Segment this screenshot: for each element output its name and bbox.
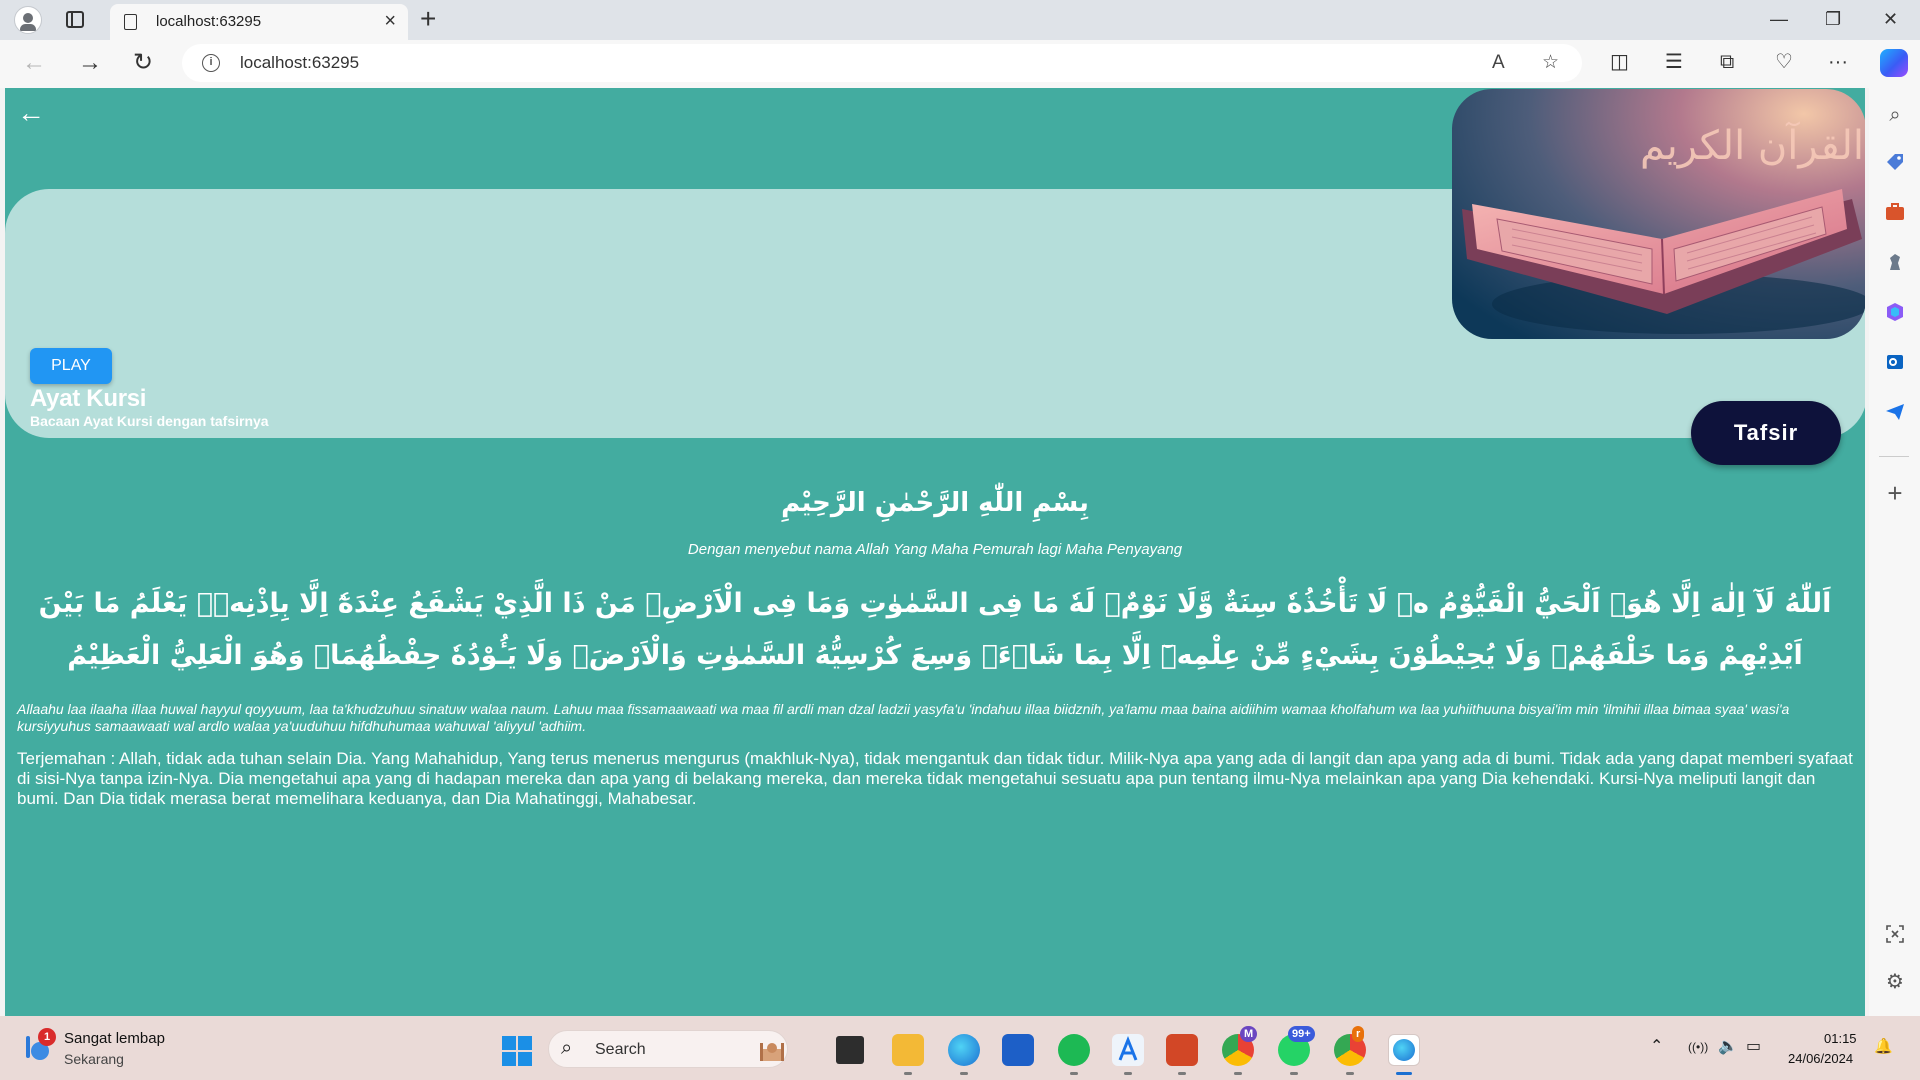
close-window-icon[interactable]: ✕ [1883, 6, 1898, 32]
clock-time[interactable]: 01:15 [1824, 1031, 1857, 1046]
chess-icon[interactable] [1883, 251, 1907, 275]
send-icon[interactable] [1883, 401, 1907, 425]
address-text[interactable]: localhost:63295 [240, 53, 359, 73]
office-icon[interactable] [1883, 301, 1907, 325]
windows-taskbar: 1 Sangat lembap Sekarang ⌕ Search M 99+ … [0, 1016, 1920, 1080]
address-input[interactable]: i localhost:63295 A ☆ [182, 44, 1582, 82]
running-indicator [904, 1072, 912, 1075]
file-explorer-icon[interactable] [892, 1034, 924, 1066]
edge-sidebar: ⌕ + ⚙ [1869, 88, 1920, 1016]
browser-essentials-icon[interactable]: ♡ [1775, 48, 1793, 76]
page-viewport: ← القرآن الكريم PLAY Ayat Kursi Bacaan A… [5, 88, 1865, 1016]
volume-icon[interactable]: 🔈 [1718, 1036, 1738, 1058]
basmalah-translation: Dengan menyebut nama Allah Yang Maha Pem… [687, 541, 1183, 558]
cover-calligraphy: القرآن الكريم [1640, 121, 1864, 169]
running-indicator [1070, 1072, 1078, 1075]
tab-close-icon[interactable]: × [384, 10, 396, 32]
favorite-star-icon[interactable]: ☆ [1542, 52, 1559, 74]
page-back-icon[interactable]: ← [17, 98, 45, 128]
collections-icon[interactable]: ⧉ [1720, 48, 1734, 76]
more-menu-icon[interactable]: ··· [1828, 48, 1848, 76]
running-indicator [960, 1072, 968, 1075]
search-icon: ⌕ [561, 1037, 573, 1059]
tab-title: localhost:63295 [156, 13, 262, 30]
store-icon[interactable] [1002, 1034, 1034, 1066]
tag-icon[interactable] [1883, 151, 1907, 175]
ayat-latin-transliteration: Allaahu laa ilaaha illaa huwal hayyul qo… [17, 701, 1790, 734]
running-indicator [1124, 1072, 1132, 1075]
page-title: Ayat Kursi [30, 385, 147, 412]
outlook-icon[interactable] [1883, 351, 1907, 375]
site-info-icon[interactable]: i [202, 54, 220, 72]
back-icon[interactable]: ← [22, 48, 46, 78]
running-indicator [1178, 1072, 1186, 1075]
minimize-icon[interactable]: — [1770, 6, 1788, 32]
ayat-kursi-arabic: اَللّٰهُ لَآ اِلٰهَ اِلَّا هُوَۚ اَلْحَي… [38, 588, 1832, 671]
screenshot-icon[interactable] [1883, 923, 1907, 947]
running-indicator [1290, 1072, 1298, 1075]
new-tab-icon[interactable]: + [420, 2, 436, 36]
forward-icon[interactable]: → [78, 48, 102, 78]
spotify-icon[interactable] [1058, 1034, 1090, 1066]
notification-bell-icon[interactable]: 🔔 [1874, 1036, 1893, 1058]
edge-app-icon[interactable] [948, 1034, 980, 1066]
edge-active-icon[interactable] [1388, 1034, 1420, 1066]
task-view-icon[interactable] [836, 1036, 864, 1064]
active-indicator [1396, 1072, 1412, 1075]
clock-date[interactable]: 24/06/2024 [1788, 1051, 1853, 1066]
tray-chevron-icon[interactable]: ⌃ [1650, 1036, 1663, 1058]
quran-book-illustration: القرآن الكريم [1462, 121, 1865, 334]
basmalah-arabic: بِسْمِ اللّٰهِ الرَّحْمٰنِ الرَّحِيْمِ [781, 488, 1089, 518]
taskbar-search[interactable]: ⌕ Search [548, 1030, 788, 1068]
tab-actions-icon[interactable] [66, 11, 84, 28]
battery-icon[interactable]: ▭ [1746, 1036, 1761, 1058]
weather-subtitle: Sekarang [64, 1051, 124, 1067]
page-subtitle: Bacaan Ayat Kursi dengan tafsirnya [30, 413, 269, 429]
reload-icon[interactable]: ↻ [133, 48, 153, 78]
start-button[interactable] [502, 1036, 532, 1066]
quran-cover-image: القرآن الكريم [1452, 89, 1865, 339]
whatsapp-badge: 99+ [1288, 1026, 1315, 1042]
powerpoint-icon[interactable] [1166, 1034, 1198, 1066]
translator-icon[interactable] [1112, 1034, 1144, 1066]
mosque-icon [760, 1043, 784, 1061]
chrome-badge: r [1352, 1026, 1365, 1042]
sidebar-divider [1879, 456, 1909, 457]
tafsir-button[interactable]: Tafsir [1691, 401, 1841, 465]
taskbar-search-label: Search [595, 1041, 646, 1058]
page-icon [124, 14, 137, 30]
restore-icon[interactable]: ❐ [1825, 6, 1841, 32]
search-icon[interactable]: ⌕ [1883, 103, 1907, 127]
read-aloud-icon[interactable]: A [1492, 52, 1505, 74]
profile-icon[interactable] [14, 6, 42, 34]
play-button[interactable]: PLAY [30, 348, 112, 384]
wifi-icon[interactable]: ((•)) [1688, 1036, 1708, 1058]
add-icon[interactable]: + [1883, 480, 1907, 506]
browser-title-bar: localhost:63295 × + — ❐ ✕ [0, 0, 1920, 40]
running-indicator [1346, 1072, 1354, 1075]
favorites-icon[interactable]: ☰ [1665, 48, 1683, 76]
tab-active[interactable]: localhost:63295 × [110, 4, 408, 40]
chrome-profile-badge: M [1240, 1026, 1258, 1042]
address-bar-row: ← → ↻ i localhost:63295 A ☆ ◫ ☰ ⧉ ♡ ··· [0, 40, 1920, 88]
running-indicator [1234, 1072, 1242, 1075]
split-screen-icon[interactable]: ◫ [1610, 48, 1629, 76]
weather-title[interactable]: Sangat lembap [64, 1030, 165, 1047]
ayat-translation: Terjemahan : Allah, tidak ada tuhan sela… [17, 749, 1853, 808]
copilot-icon[interactable] [1880, 49, 1908, 77]
briefcase-icon[interactable] [1883, 201, 1907, 225]
settings-icon[interactable]: ⚙ [1883, 970, 1907, 994]
weather-badge: 1 [38, 1028, 56, 1046]
